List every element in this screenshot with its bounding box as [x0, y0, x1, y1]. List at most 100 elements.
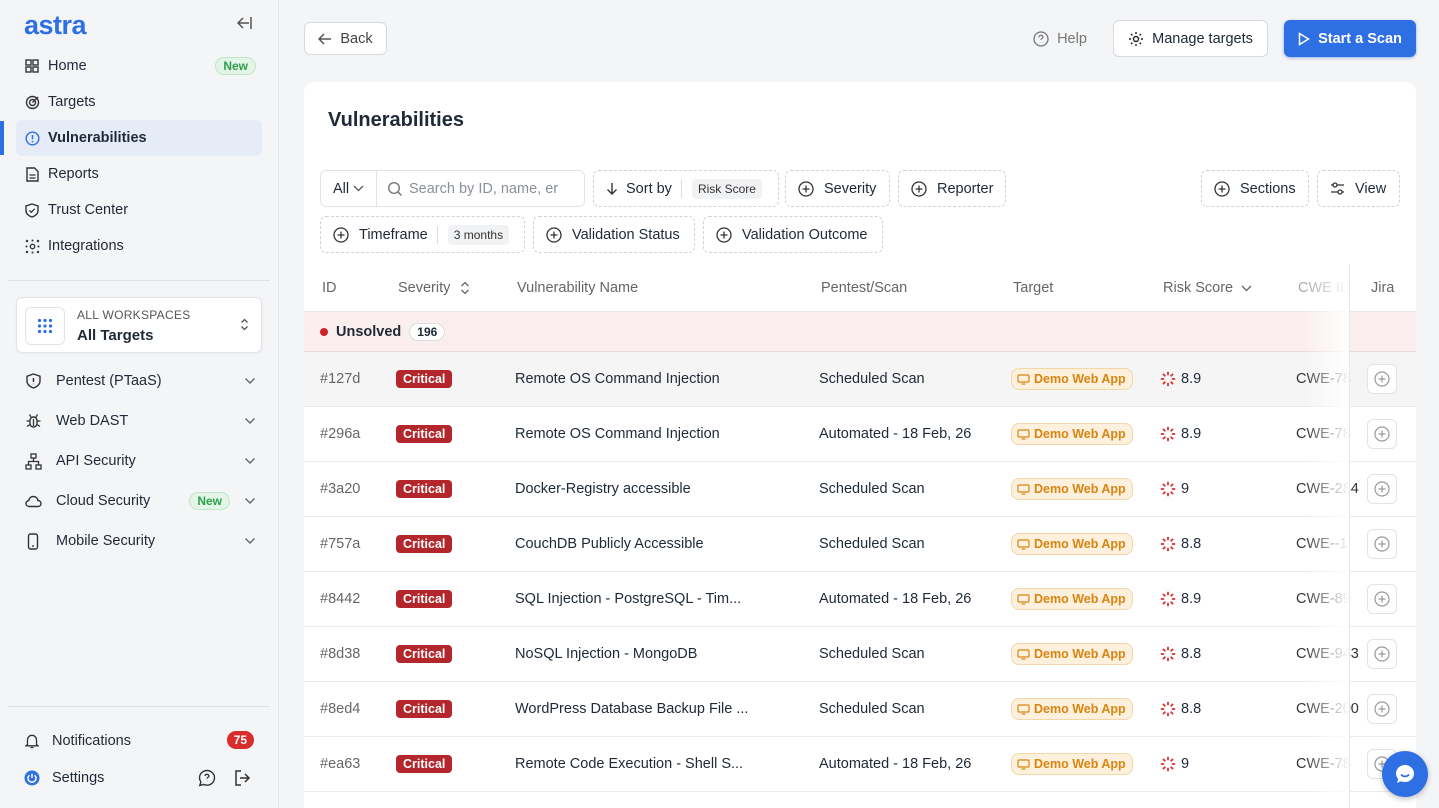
add-jira-button[interactable]	[1367, 529, 1397, 559]
column-header-name[interactable]: Vulnerability Name	[517, 280, 638, 296]
target-tag[interactable]: Demo Web App	[1011, 368, 1133, 390]
search-input[interactable]	[409, 180, 569, 197]
sections-button[interactable]: Sections	[1201, 170, 1309, 207]
sort-by-button[interactable]: Sort by Risk Score	[593, 170, 779, 207]
settings-link[interactable]: Settings	[24, 763, 262, 793]
nav-group-mobile-security[interactable]: Mobile Security	[16, 523, 262, 559]
monitor-icon	[1017, 483, 1030, 495]
reporter-filter[interactable]: Reporter	[898, 170, 1006, 207]
nav-item-reports[interactable]: Reports	[16, 156, 262, 192]
scan-name: Scheduled Scan	[819, 536, 925, 552]
monitor-icon	[1017, 373, 1030, 385]
vuln-name[interactable]: Docker-Registry accessible	[515, 481, 691, 497]
plus-circle-icon	[1374, 426, 1390, 442]
vuln-name[interactable]: CouchDB Publicly Accessible	[515, 536, 704, 552]
nav-group-pentest[interactable]: Pentest (PTaaS)	[16, 363, 262, 399]
add-jira-button[interactable]	[1367, 694, 1397, 724]
target-tag[interactable]: Demo Web App	[1011, 753, 1133, 775]
severity-badge: Critical	[396, 535, 453, 553]
notifications-link[interactable]: Notifications 75	[24, 726, 262, 756]
timeframe-filter[interactable]: Timeframe 3 months	[320, 216, 525, 253]
column-header-risk-score[interactable]: Risk Score	[1163, 280, 1252, 296]
add-jira-button[interactable]	[1367, 364, 1397, 394]
nav-item-trust-center[interactable]: Trust Center	[16, 192, 262, 228]
back-button[interactable]: Back	[304, 22, 387, 55]
scan-name: Scheduled Scan	[819, 701, 925, 717]
plus-circle-icon	[1374, 536, 1390, 552]
help-label: Help	[1057, 30, 1087, 47]
target-tag[interactable]: Demo Web App	[1011, 698, 1133, 720]
validation-status-filter[interactable]: Validation Status	[533, 216, 695, 253]
column-label: Vulnerability Name	[517, 280, 639, 296]
manage-targets-label: Manage targets	[1152, 30, 1253, 47]
vuln-name[interactable]: NoSQL Injection - MongoDB	[515, 646, 697, 662]
nav-group-web-dast[interactable]: Web DAST	[16, 403, 262, 439]
table-row[interactable]: #8ed4 Critical WordPress Database Backup F…	[304, 682, 1416, 737]
sort-by-label: Sort by	[626, 180, 672, 197]
risk-score: 8.9	[1160, 426, 1201, 442]
column-header-severity[interactable]: Severity	[398, 280, 470, 296]
support-chat-icon[interactable]	[198, 769, 216, 790]
nav-item-home[interactable]: Home New	[16, 48, 262, 84]
column-header-target[interactable]: Target	[1013, 280, 1053, 296]
shield-icon	[24, 202, 40, 218]
target-tag[interactable]: Demo Web App	[1011, 643, 1133, 665]
risk-gauge-icon	[1160, 756, 1176, 772]
column-header-scan[interactable]: Pentest/Scan	[821, 280, 907, 296]
vuln-name[interactable]: SQL Injection - PostgreSQL - Tim...	[515, 591, 741, 607]
group-label: Unsolved	[336, 323, 402, 340]
chat-widget-button[interactable]	[1382, 751, 1428, 797]
vuln-name[interactable]: Remote Code Execution - Shell S...	[515, 756, 743, 772]
risk-value: 9	[1181, 756, 1190, 772]
nav-item-integrations[interactable]: Integrations	[16, 228, 262, 264]
add-jira-button[interactable]	[1367, 474, 1397, 504]
table-row[interactable]: #8d38 Critical NoSQL Injection - MongoDB Sc…	[304, 627, 1416, 682]
manage-targets-button[interactable]: Manage targets	[1113, 20, 1268, 57]
group-row-unsolved[interactable]: Unsolved 196	[304, 312, 1416, 352]
nav-item-vulnerabilities[interactable]: Vulnerabilities	[16, 120, 262, 156]
validation-outcome-filter[interactable]: Validation Outcome	[703, 216, 883, 253]
column-header-id[interactable]: ID	[322, 280, 337, 296]
logout-icon[interactable]	[234, 769, 252, 790]
vuln-name[interactable]: WordPress Database Backup File ...	[515, 701, 748, 717]
target-name: Demo Web App	[1034, 427, 1126, 441]
nav-group-api-security[interactable]: API Security	[16, 443, 262, 479]
group-label: Mobile Security	[56, 533, 156, 549]
scope-select[interactable]: All	[321, 171, 377, 206]
nav-group-cloud-security[interactable]: Cloud Security New	[16, 483, 262, 519]
risk-gauge-icon	[1160, 426, 1176, 442]
target-tag[interactable]: Demo Web App	[1011, 588, 1133, 610]
scan-name: Automated - 18 Feb, 26	[819, 591, 972, 607]
table-row[interactable]: #ea63 Critical Remote Code Execution - She…	[304, 737, 1416, 792]
add-jira-button[interactable]	[1367, 584, 1397, 614]
add-jira-button[interactable]	[1367, 639, 1397, 669]
target-tag[interactable]: Demo Web App	[1011, 478, 1133, 500]
astra-logo[interactable]: astra	[24, 10, 87, 41]
target-tag[interactable]: Demo Web App	[1011, 533, 1133, 555]
severity-filter[interactable]: Severity	[785, 170, 890, 207]
cloud-icon	[24, 492, 42, 510]
column-header-cwe[interactable]: CWE ID	[1298, 280, 1350, 296]
workspace-selector[interactable]: ALL WORKSPACES All Targets	[16, 297, 262, 353]
add-jira-button[interactable]	[1367, 419, 1397, 449]
shield-check-icon	[24, 372, 42, 390]
view-button[interactable]: View	[1317, 170, 1400, 207]
plus-circle-icon	[716, 226, 732, 243]
table-row[interactable]: #296a Critical Remote OS Command Injection…	[304, 407, 1416, 462]
vuln-name[interactable]: Remote OS Command Injection	[515, 371, 720, 387]
table-row[interactable]: #757a Critical CouchDB Publicly Accessible…	[304, 517, 1416, 572]
vuln-name[interactable]: Remote OS Command Injection	[515, 426, 720, 442]
start-scan-button[interactable]: Start a Scan	[1284, 20, 1416, 57]
collapse-sidebar-icon[interactable]	[234, 16, 254, 36]
table-row[interactable]: #8442 Critical SQL Injection - PostgreSQL …	[304, 572, 1416, 627]
table-row[interactable]: #127d Critical Remote OS Command Injection…	[304, 352, 1416, 407]
back-label: Back	[340, 30, 373, 47]
nav-item-targets[interactable]: Targets	[16, 84, 262, 120]
table-row[interactable]: #3a20 Critical Docker-Registry accessible S…	[304, 462, 1416, 517]
vulnerabilities-panel: Vulnerabilities All Sort by Risk Score S…	[304, 82, 1416, 808]
monitor-icon	[1017, 648, 1030, 660]
target-tag[interactable]: Demo Web App	[1011, 423, 1133, 445]
nav-label: Reports	[48, 166, 99, 182]
help-button[interactable]: Help	[1020, 22, 1100, 55]
column-label: ID	[322, 280, 337, 296]
